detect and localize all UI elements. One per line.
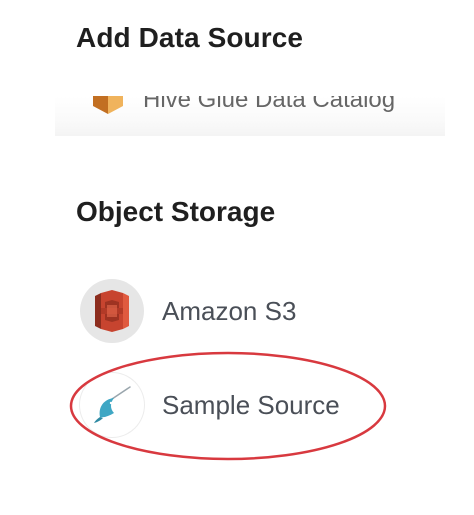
source-item-label: Sample Source	[162, 389, 340, 420]
add-data-source-panel: Add Data Source Hive Glue Data Catalog O…	[0, 0, 474, 515]
source-item-label: Amazon S3	[162, 295, 297, 326]
narwhal-icon	[80, 373, 144, 437]
source-item-amazon-s3[interactable]: Amazon S3	[80, 279, 296, 343]
partial-source-label: Hive Glue Data Catalog	[143, 96, 396, 113]
highlight-annotation	[69, 351, 387, 461]
scroll-area-clipped[interactable]: Hive Glue Data Catalog	[55, 96, 445, 136]
dialog-title: Add Data Source	[76, 22, 304, 53]
hive-glue-icon	[85, 96, 131, 125]
source-item-sample-source[interactable]: Sample Source	[80, 373, 340, 437]
section-title-object-storage: Object Storage	[76, 196, 276, 227]
partial-source-item[interactable]: Hive Glue Data Catalog	[85, 96, 395, 125]
amazon-s3-icon	[80, 279, 144, 343]
